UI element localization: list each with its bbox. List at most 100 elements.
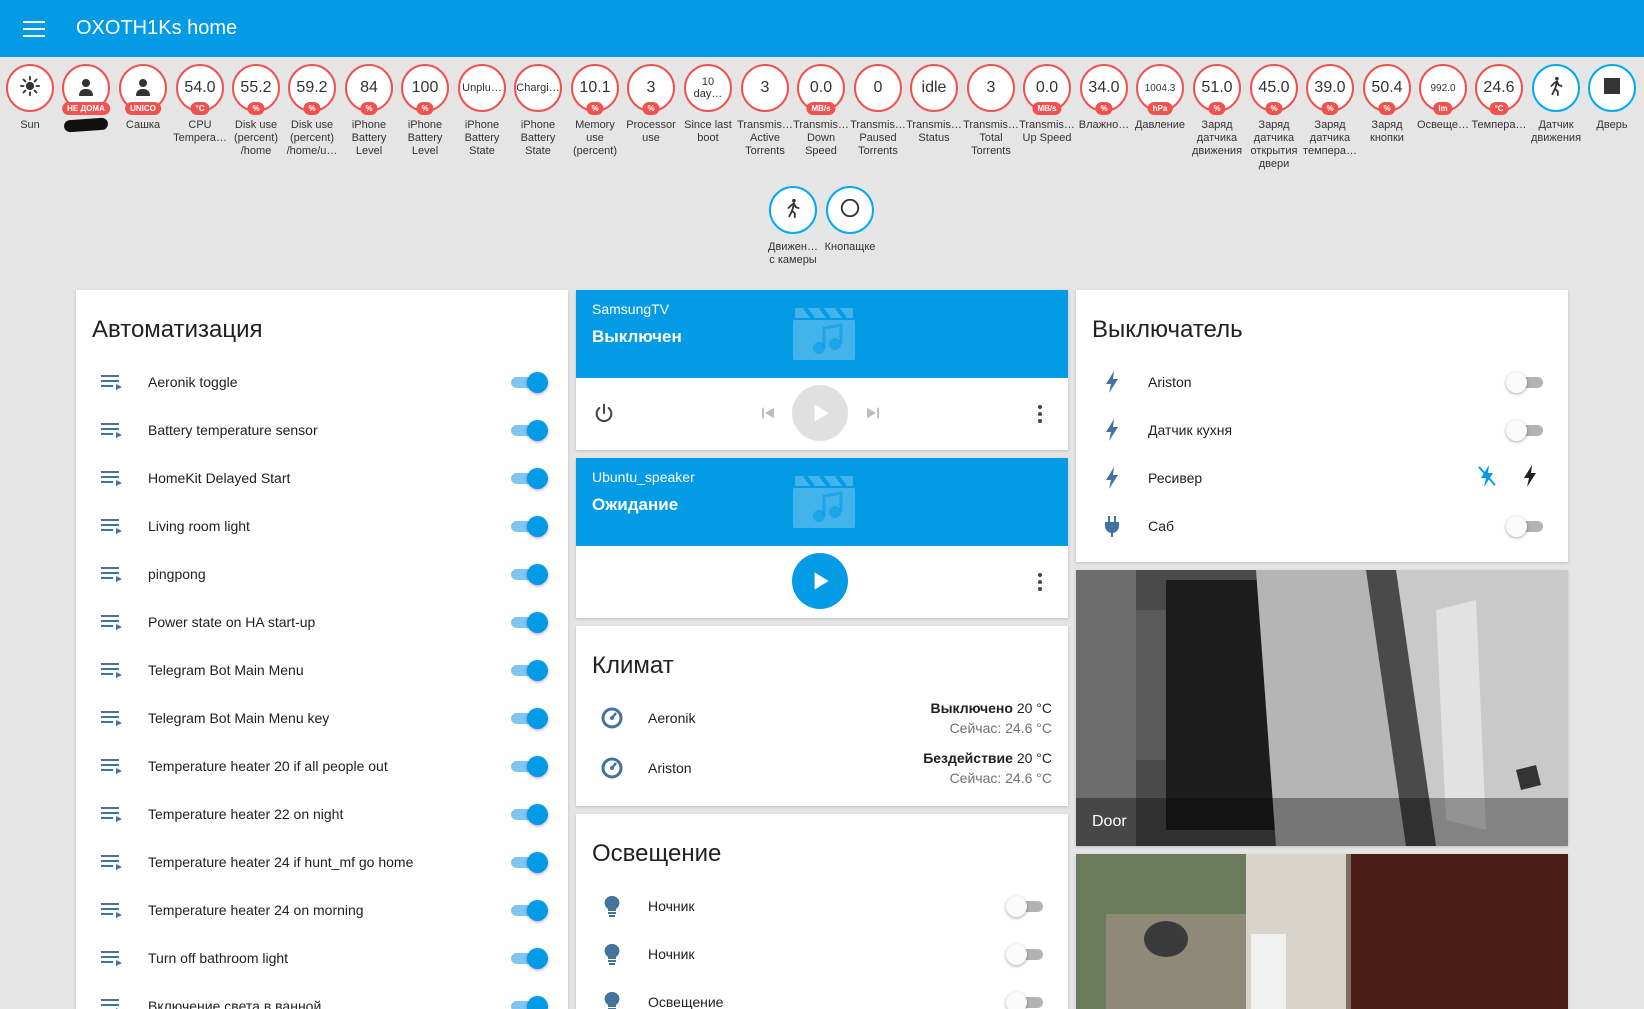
toggle-switch[interactable] bbox=[1506, 420, 1546, 441]
toggle-switch[interactable] bbox=[508, 564, 548, 585]
automation-row[interactable]: HomeKit Delayed Start bbox=[92, 454, 552, 502]
automation-row[interactable]: Battery temperature sensor bbox=[92, 406, 552, 454]
toggle-switch[interactable] bbox=[508, 420, 548, 441]
badge-label: Sun bbox=[20, 119, 40, 131]
flash-off-icon[interactable] bbox=[1478, 464, 1496, 492]
light-row[interactable]: Ночник bbox=[592, 930, 1052, 978]
automation-row[interactable]: Power state on HA start-up bbox=[92, 598, 552, 646]
skip-next-icon[interactable] bbox=[864, 404, 882, 422]
switch-title: Выключатель bbox=[1092, 316, 1243, 343]
badge-boot[interactable]: 10 day… Since last boot bbox=[680, 60, 736, 145]
light-row[interactable]: Ночник bbox=[592, 882, 1052, 930]
badge-temp[interactable]: 24.6 °C Темпера… bbox=[1471, 60, 1527, 132]
badge-motion[interactable]: Датчик движения bbox=[1528, 60, 1584, 145]
toggle-switch[interactable] bbox=[1006, 992, 1046, 1009]
badge-sun[interactable]: Sun bbox=[2, 60, 58, 132]
climate-row[interactable]: Ariston Бездействие 20 °C Сейчас: 24.6 °… bbox=[592, 744, 1052, 792]
toggle-switch[interactable] bbox=[1506, 516, 1546, 537]
badge-circle: 51.0% bbox=[1193, 64, 1241, 115]
automation-row[interactable]: Living room light bbox=[92, 502, 552, 550]
skip-previous-icon[interactable] bbox=[759, 404, 777, 422]
automation-row[interactable]: Telegram Bot Main Menu bbox=[92, 646, 552, 694]
badge-t5[interactable]: 3 Transmis… Total Torrents bbox=[963, 60, 1019, 158]
flash-on-icon[interactable] bbox=[1522, 464, 1538, 492]
badge-b1[interactable]: 51.0% Заряд датчика движения bbox=[1189, 60, 1245, 158]
switch-row[interactable]: Саб bbox=[1092, 502, 1552, 550]
menu-icon[interactable] bbox=[23, 20, 45, 37]
toggle-switch[interactable] bbox=[508, 516, 548, 537]
camera-door[interactable]: Door bbox=[1076, 570, 1568, 846]
badge-b4[interactable]: 50.4% Заряд кнопки bbox=[1359, 60, 1415, 145]
badge-value: 24.6 bbox=[1483, 79, 1515, 96]
toggle-switch[interactable] bbox=[1006, 944, 1046, 965]
app-toolbar: OXOTH1Ks home bbox=[0, 0, 1644, 57]
toggle-switch[interactable] bbox=[1006, 896, 1046, 917]
light-row[interactable]: Освещение bbox=[592, 978, 1052, 1009]
automation-row[interactable]: Temperature heater 22 on night bbox=[92, 790, 552, 838]
toggle-switch[interactable] bbox=[508, 612, 548, 633]
automation-row[interactable]: Temperature heater 24 on morning bbox=[92, 886, 552, 934]
automation-row[interactable]: Temperature heater 24 if hunt_mf go home bbox=[92, 838, 552, 886]
badge-t4[interactable]: idle Transmis… Status bbox=[906, 60, 962, 145]
badge-button[interactable]: Кнопащке bbox=[822, 182, 878, 254]
more-options-icon[interactable] bbox=[1038, 573, 1042, 591]
toggle-switch[interactable] bbox=[1506, 372, 1546, 393]
badge-lux[interactable]: 992.0 lm Освеще… bbox=[1415, 60, 1471, 132]
automation-row[interactable]: Aeronik toggle bbox=[92, 358, 552, 406]
toggle-switch[interactable] bbox=[508, 804, 548, 825]
camera-image bbox=[1076, 854, 1568, 1009]
badge-hum[interactable]: 34.0% Влажно… bbox=[1076, 60, 1132, 132]
camera-kitchen[interactable] bbox=[1076, 854, 1568, 1009]
badge-sashka[interactable]: UNICO Сашка bbox=[115, 60, 171, 132]
play-button[interactable] bbox=[792, 553, 848, 609]
toggle-switch[interactable] bbox=[508, 948, 548, 969]
automation-row[interactable]: Turn off bathroom light bbox=[92, 934, 552, 982]
switch-row[interactable]: Ресивер bbox=[1092, 454, 1552, 502]
automation-row[interactable]: Telegram Bot Main Menu key bbox=[92, 694, 552, 742]
badge-t6[interactable]: 0.0 MB/s Transmis… Up Speed bbox=[1019, 60, 1075, 145]
badge-disk2[interactable]: 59.2% Disk use (percent) /home/u… bbox=[284, 60, 340, 158]
badge-iph1[interactable]: 84% iPhone Battery Level bbox=[341, 60, 397, 158]
badge-mem[interactable]: 10.1% Memory use (percent) bbox=[567, 60, 623, 158]
toggle-switch[interactable] bbox=[508, 372, 548, 393]
badge-door[interactable]: Дверь bbox=[1584, 60, 1640, 132]
badge-label: Датчик движения bbox=[1530, 119, 1582, 144]
lighting-card: Освещение Ночник Ночник Освещение bbox=[576, 814, 1068, 1009]
badge-cam_motion[interactable]: Движен… с камеры bbox=[765, 182, 821, 267]
badge-t3[interactable]: 0 Transmis… Paused Torrents bbox=[850, 60, 906, 158]
badge-iph3[interactable]: Unplu… iPhone Battery State bbox=[454, 60, 510, 158]
toggle-switch[interactable] bbox=[508, 852, 548, 873]
badge-t2[interactable]: 0.0 MB/s Transmis… Down Speed bbox=[793, 60, 849, 158]
badge-circle: 3 bbox=[741, 64, 789, 112]
toggle-switch[interactable] bbox=[508, 996, 548, 1009]
automation-row[interactable]: pingpong bbox=[92, 550, 552, 598]
badge-proc[interactable]: 3% Processor use bbox=[623, 60, 679, 145]
badge-circle: 3% bbox=[627, 64, 675, 115]
badge-b3[interactable]: 39.0% Заряд датчика темпера… bbox=[1302, 60, 1358, 158]
badge-b2[interactable]: 45.0% Заряд датчика открытия двери bbox=[1246, 60, 1302, 171]
switch-row[interactable]: Ariston bbox=[1092, 358, 1552, 406]
badge-disk1[interactable]: 55.2% Disk use (percent) /home bbox=[228, 60, 284, 158]
badge-person1[interactable]: НЕ ДОМА bbox=[58, 60, 114, 133]
badge-press[interactable]: 1004.3 hPa Давление bbox=[1132, 60, 1188, 132]
play-button[interactable] bbox=[792, 385, 848, 441]
automation-row[interactable]: Temperature heater 20 if all people out bbox=[92, 742, 552, 790]
switch-row[interactable]: Датчик кухня bbox=[1092, 406, 1552, 454]
badge-iph2[interactable]: 100% iPhone Battery Level bbox=[397, 60, 453, 158]
badge-unit: % bbox=[360, 102, 378, 115]
climate-row[interactable]: Aeronik Выключено 20 °C Сейчас: 24.6 °C bbox=[592, 694, 1052, 742]
badge-t1[interactable]: 3 Transmis… Active Torrents bbox=[737, 60, 793, 158]
toggle-switch[interactable] bbox=[508, 900, 548, 921]
badge-unit: UNICO bbox=[125, 102, 161, 115]
toggle-switch[interactable] bbox=[508, 708, 548, 729]
toggle-switch[interactable] bbox=[508, 660, 548, 681]
automation-row[interactable]: Включение света в ванной bbox=[92, 982, 552, 1009]
badge-label: Disk use (percent) /home bbox=[233, 119, 279, 157]
badge-value: 3 bbox=[760, 79, 770, 96]
badge-iph4[interactable]: Chargi… iPhone Battery State bbox=[510, 60, 566, 158]
toggle-switch[interactable] bbox=[508, 756, 548, 777]
power-icon[interactable] bbox=[593, 402, 615, 424]
toggle-switch[interactable] bbox=[508, 468, 548, 489]
more-options-icon[interactable] bbox=[1038, 405, 1042, 423]
badge-cpu[interactable]: 54.0 °C CPU Tempera… bbox=[172, 60, 228, 145]
